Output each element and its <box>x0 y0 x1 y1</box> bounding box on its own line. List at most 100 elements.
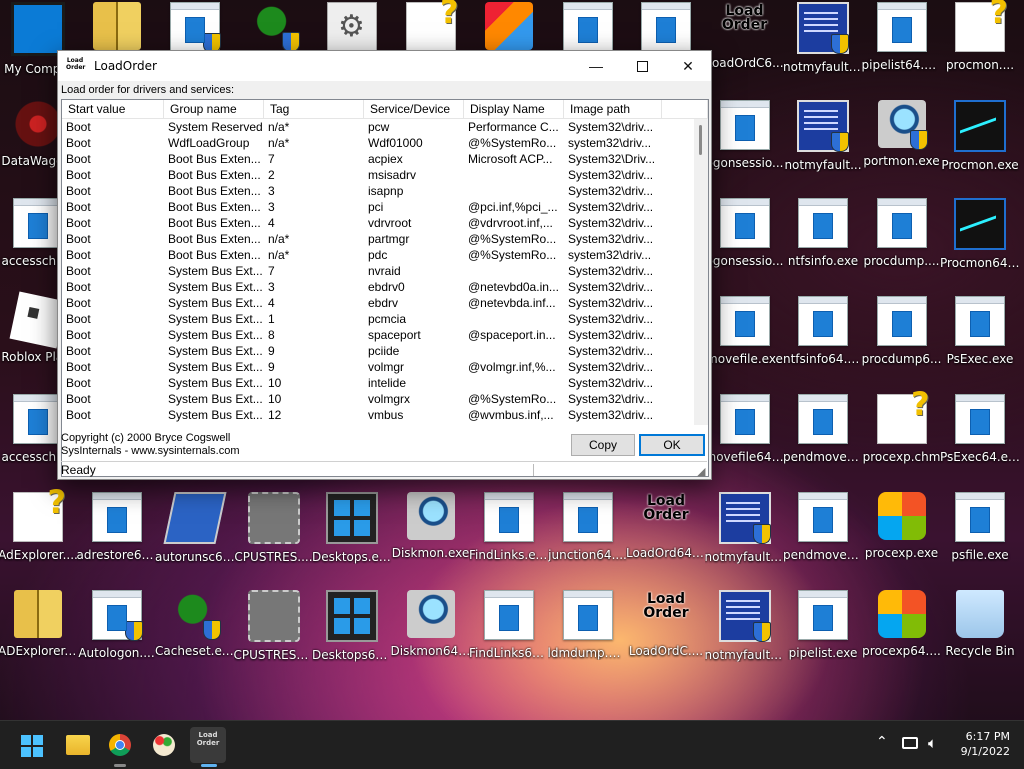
desktop-icon[interactable]: Procmon.exe <box>940 92 1020 188</box>
cell-display-name <box>464 263 564 279</box>
window-icon <box>719 198 770 248</box>
desktop-icon[interactable]: Autologon.... <box>77 582 157 678</box>
desktop-icon[interactable]: LoadOrdC6... <box>705 0 785 90</box>
desktop-icon[interactable]: PsExec.exe <box>940 288 1020 384</box>
desktop-icon[interactable]: Procmon64.... <box>940 190 1020 286</box>
table-row[interactable]: Boot System Bus Ext... 7 nvraid System32\dri… <box>62 263 693 279</box>
desktop-icon[interactable]: LoadOrdC.... <box>626 582 706 678</box>
cell-tag: 9 <box>268 360 275 374</box>
load-order-list[interactable]: Start value Group name Tag Service/Devic… <box>61 99 709 477</box>
desktop-icon[interactable]: ogonsessio... <box>705 190 785 286</box>
title-bar[interactable]: Load Order LoadOrder — ✕ <box>58 51 711 81</box>
desktop-icon[interactable]: notmyfaultc... <box>783 0 863 90</box>
desktop-icon-label: Diskmon.exe <box>391 546 470 560</box>
table-row[interactable]: Boot System Bus Ext... 8 spaceport @spacepor… <box>62 327 693 343</box>
column-header-image-path[interactable]: Image path <box>564 100 662 118</box>
desktop-icon[interactable]: FindLinks.exe <box>469 484 549 580</box>
desktop-icon[interactable]: CPUSTRES.... <box>234 484 314 580</box>
table-row[interactable]: Boot System Bus Ext... 3 ebdrv0 @netevbd0a.i… <box>62 279 693 295</box>
clock[interactable]: 6:17 PM 9/1/2022 <box>961 729 1010 759</box>
scrollbar-thumb[interactable] <box>699 125 702 155</box>
resize-grip-icon[interactable]: ◢ <box>697 465 709 478</box>
desktop-icon[interactable]: procexp.exe <box>862 484 942 580</box>
desktop-icon[interactable]: LoadOrd64.... <box>626 484 706 580</box>
desktop-icon[interactable]: Diskmon.exe <box>391 484 471 580</box>
desktop-icon[interactable]: PsExec64.exe <box>940 386 1020 482</box>
window-icon <box>562 2 613 52</box>
desktop-icon[interactable]: pendmoves.... <box>783 386 863 482</box>
desktop-icon[interactable]: procdump6... <box>862 288 942 384</box>
desktop-icon[interactable]: Recycle Bin <box>940 582 1020 678</box>
table-row[interactable]: Boot Boot Bus Exten... n/a* partmgr @%System… <box>62 231 693 247</box>
desktop-icon[interactable]: ADExplorer.... <box>0 582 78 678</box>
table-row[interactable]: Boot System Bus Ext... 10 intelide System32\… <box>62 375 693 391</box>
desktops-icon <box>326 492 378 544</box>
column-header-tag[interactable]: Tag <box>264 100 364 118</box>
desktop-icon[interactable]: pipelist64.exe <box>862 0 942 90</box>
desktop-icon[interactable]: adrestore64.... <box>77 484 157 580</box>
cell-display-name: @%SystemRo... <box>468 248 557 262</box>
desktop-icon[interactable]: Desktops.exe <box>312 484 392 580</box>
desktop-icon[interactable]: Diskmon64.... <box>391 582 471 678</box>
desktop-icon-label: ntfsinfo.exe <box>787 254 859 268</box>
cell-tag: 10 <box>268 392 282 406</box>
table-row[interactable]: Boot System Bus Ext... 9 volmgr @volmgr.inf,… <box>62 359 693 375</box>
window-icon <box>955 394 1005 444</box>
table-row[interactable]: Boot Boot Bus Exten... n/a* pdc @%SystemRo..… <box>62 247 693 263</box>
cell-service-device: pciide <box>368 344 400 358</box>
table-row[interactable]: Boot System Bus Ext... 9 pciide System32\dri… <box>62 343 693 359</box>
desktop-icon[interactable]: junction64.... <box>548 484 628 580</box>
desktop-icon[interactable]: psfile.exe <box>940 484 1020 580</box>
desktop-icon[interactable]: CPUSTRES6.... <box>234 582 314 678</box>
uac-shield-icon <box>124 621 143 641</box>
column-header-group-name[interactable]: Group name <box>164 100 264 118</box>
column-header-service-device[interactable]: Service/Device <box>364 100 464 118</box>
loadorder-window[interactable]: Load Order LoadOrder — ✕ Load order for … <box>57 50 712 480</box>
desktop-icon[interactable]: procmon.... <box>940 0 1020 90</box>
desktop-icon[interactable]: Cacheset.exe <box>155 582 235 678</box>
table-row[interactable]: Boot System Bus Ext... 4 ebdrv @netevbda.inf… <box>62 295 693 311</box>
list-body[interactable]: Boot System Reserved n/a* pcw Performance C.… <box>62 119 693 425</box>
table-row[interactable]: Boot System Bus Ext... 10 volmgrx @%SystemRo… <box>62 391 693 407</box>
maximize-button[interactable] <box>619 51 665 81</box>
window-icon <box>798 198 848 248</box>
desktop-icon[interactable]: pipelist.exe <box>783 582 863 678</box>
desktop-icon[interactable]: portmon.exe <box>862 92 942 188</box>
desktop-icon[interactable]: procexp64.... <box>862 582 942 678</box>
desktop-icon[interactable]: notmyfault6.... <box>705 582 785 678</box>
table-row[interactable]: Boot Boot Bus Exten... 2 msisadrv System32\d… <box>62 167 693 183</box>
desktop-icon[interactable]: ntfsinfo.exe <box>783 190 863 286</box>
close-button[interactable]: ✕ <box>665 51 711 81</box>
desktop-icon[interactable]: ntfsinfo64.exe <box>783 288 863 384</box>
desktop-icon[interactable]: pendmoves.... <box>783 484 863 580</box>
desktop-icon[interactable]: notmyfault... <box>783 92 863 188</box>
table-row[interactable]: Boot Boot Bus Exten... 3 pci @pci.inf,%pci_.… <box>62 199 693 215</box>
table-row[interactable]: Boot Boot Bus Exten... 3 isapnp System32\dri… <box>62 183 693 199</box>
cell-display-name <box>464 311 564 327</box>
table-row[interactable]: Boot System Bus Ext... 1 pcmcia System32\dri… <box>62 311 693 327</box>
desktop-icon[interactable]: autorunsc64.... <box>155 484 235 580</box>
table-row[interactable]: Boot Boot Bus Exten... 4 vdrvroot @vdrvroot.… <box>62 215 693 231</box>
desktop-icon[interactable]: ogonsessio... <box>705 92 785 188</box>
table-row[interactable]: Boot WdfLoadGroup n/a* Wdf01000 @%SystemRo..… <box>62 135 693 151</box>
desktop-icon-label: LoadOrd64.... <box>626 546 706 560</box>
table-row[interactable]: Boot System Reserved n/a* pcw Performance C.… <box>62 119 693 135</box>
table-row[interactable]: Boot System Bus Ext... 12 vmbus @wvmbus.inf,… <box>62 407 693 423</box>
desktop-icon[interactable]: movefile.exe <box>705 288 785 384</box>
desktop-icon[interactable]: movefile64.... <box>705 386 785 482</box>
table-row[interactable]: Boot Boot Bus Exten... 7 acpiex Microsoft AC… <box>62 151 693 167</box>
column-header-start-value[interactable]: Start value <box>62 100 164 118</box>
column-header-display-name[interactable]: Display Name <box>464 100 564 118</box>
desktop-icon[interactable]: procexp.chm <box>862 385 942 482</box>
desktop-icon[interactable]: ldmdump.exe <box>548 582 628 678</box>
desktop-icon[interactable]: Desktops64.... <box>312 582 392 678</box>
copy-button[interactable]: Copy <box>571 434 635 456</box>
desktop-icon[interactable]: AdExplorer.... <box>0 483 78 580</box>
desktop-icon[interactable]: notmyfault.... <box>705 484 785 580</box>
minimize-button[interactable]: — <box>573 51 619 81</box>
ok-button[interactable]: OK <box>639 434 705 456</box>
desktop-icon[interactable]: FindLinks64.... <box>469 582 549 678</box>
desktop-icon[interactable]: procdump.... <box>862 190 942 286</box>
cell-tag: 1 <box>268 312 275 326</box>
vertical-scrollbar[interactable] <box>694 119 708 425</box>
